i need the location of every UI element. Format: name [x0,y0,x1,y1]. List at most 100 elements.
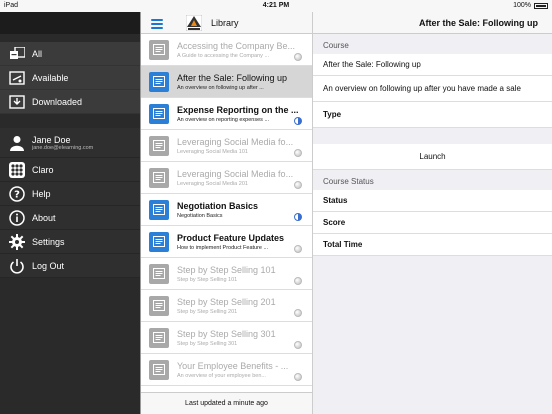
course-row[interactable]: Accessing the Company Be... A Guide to ac… [141,34,312,66]
course-title: Product Feature Updates [177,232,285,243]
help-icon: ? [8,185,26,203]
status-label: Status [313,190,552,212]
course-title: Your Employee Benefits - ... [177,360,289,371]
course-detail: After the Sale: Following up Course Afte… [313,12,552,414]
course-row[interactable]: Step by Step Selling 301 Step by Step Sel… [141,322,312,354]
sidebar-item-all[interactable]: All [0,42,140,66]
status-section-header: Course Status [323,177,374,186]
course-title: Step by Step Selling 101 [177,264,276,275]
progress-indicator-icon [294,117,302,125]
course-title: Accessing the Company Be... [177,40,296,51]
course-thumbnail-icon [149,103,169,124]
course-row[interactable]: Your Employee Benefits - ... An overview … [141,354,312,386]
course-row[interactable]: Leveraging Social Media fo... Leveraging … [141,130,312,162]
course-subtitle: An overview on following up after ... [177,84,264,91]
gear-icon [8,233,26,251]
logo-icon [186,15,202,31]
detail-title: After the Sale: Following up [313,12,552,34]
side-menu: All Available Downloaded Jane Doe jane.d… [0,12,140,414]
info-icon [8,209,26,227]
available-icon [8,69,26,87]
course-texts: Negotiation Basics Negotiation Basics [177,201,312,219]
course-row[interactable]: Step by Step Selling 101 Step by Step Sel… [141,258,312,290]
course-subtitle: An overview on reporting expenses ... [177,116,270,123]
course-title: Expense Reporting on the ... [177,104,299,115]
battery-percent: 100% [513,2,531,9]
course-subtitle: Leveraging Social Media 201 [177,180,248,187]
course-texts: Leveraging Social Media fo... Leveraging … [177,169,312,187]
sidebar-item-help[interactable]: ? Help [0,182,140,206]
course-row[interactable]: Product Feature Updates How to implement … [141,226,312,258]
course-thumbnail-icon [149,359,169,380]
side-menu-header [0,12,140,34]
filter-group: All Available Downloaded [0,42,140,114]
progress-indicator-icon [294,213,302,221]
total-time-label: Total Time [313,234,552,256]
course-thumbnail-icon [149,167,169,188]
course-texts: Expense Reporting on the ... An overview … [177,105,312,123]
sidebar-item-settings[interactable]: Settings [0,230,140,254]
course-thumbnail-icon [149,295,169,316]
course-thumbnail-icon [149,327,169,348]
course-row[interactable]: Step by Step Selling 201 Step by Step Sel… [141,290,312,322]
course-thumbnail-icon [149,199,169,220]
sidebar-item-label: Available [32,72,69,83]
course-title: After the Sale: Following up [177,72,288,83]
course-subtitle: Leveraging Social Media 101 [177,148,248,155]
sidebar-item-label: Downloaded [32,96,83,107]
course-subtitle: Step by Step Selling 101 [177,276,238,283]
not-started-indicator-icon [294,53,302,61]
sidebar-item-label: Log Out [32,260,65,271]
library-nav-bar: Library [141,12,312,34]
sidebar-item-label: All [32,48,43,59]
course-subtitle: How to implement Product Feature ... [177,244,269,251]
course-title: Leveraging Social Media fo... [177,168,294,179]
score-label: Score [313,212,552,234]
course-texts: Accessing the Company Be... A Guide to ac… [177,41,312,59]
not-started-indicator-icon [294,309,302,317]
status-bar: iPad 4:21 PM 100% [0,0,552,12]
user-name: Jane Doe [32,134,71,145]
sidebar-item-label: About [32,212,56,223]
course-thumbnail-icon [149,231,169,252]
sidebar-item-available[interactable]: Available [0,66,140,90]
course-texts: Step by Step Selling 301 Step by Step Sel… [177,329,312,347]
library-title: Library [211,18,239,28]
course-subtitle: Negotiation Basics [177,212,223,219]
course-row[interactable]: Expense Reporting on the ... An overview … [141,98,312,130]
course-name: After the Sale: Following up [313,54,552,76]
course-row[interactable]: Leveraging Social Media fo... Leveraging … [141,162,312,194]
sidebar-item-logout[interactable]: Log Out [0,254,140,278]
course-thumbnail-icon [149,263,169,284]
course-subtitle: A Guide to accessing the Company ... [177,52,270,59]
user-profile[interactable]: Jane Doe jane.doe@elearning.com [0,128,140,158]
course-row[interactable]: After the Sale: Following up An overview … [141,66,312,98]
user-email: jane.doe@elearning.com [32,144,94,151]
sidebar-item-about[interactable]: About [0,206,140,230]
library-panel: Library Accessing the Company Be... A Gui… [140,12,313,414]
course-section-header: Course [323,41,349,50]
battery-indicator: 100% [513,2,548,9]
menu-icon[interactable] [151,19,163,29]
sidebar-item-label: Claro [32,164,54,175]
not-started-indicator-icon [294,149,302,157]
course-list: Accessing the Company Be... A Guide to ac… [141,34,312,386]
course-type-label: Type [313,102,552,128]
course-row[interactable]: Negotiation Basics Negotiation Basics [141,194,312,226]
not-started-indicator-icon [294,277,302,285]
sidebar-item-downloaded[interactable]: Downloaded [0,90,140,114]
course-texts: After the Sale: Following up An overview … [177,73,312,91]
launch-button[interactable]: Launch [313,144,552,170]
downloaded-icon [8,93,26,111]
not-started-indicator-icon [294,181,302,189]
sidebar-item-claro[interactable]: Claro [0,158,140,182]
power-icon [8,257,26,275]
course-texts: Your Employee Benefits - ... An overview … [177,361,312,379]
battery-icon [534,2,548,9]
all-courses-icon [8,45,26,63]
course-thumbnail-icon [149,71,169,92]
course-thumbnail-icon [149,135,169,156]
clock: 4:21 PM [262,2,290,9]
course-title: Step by Step Selling 301 [177,328,276,339]
